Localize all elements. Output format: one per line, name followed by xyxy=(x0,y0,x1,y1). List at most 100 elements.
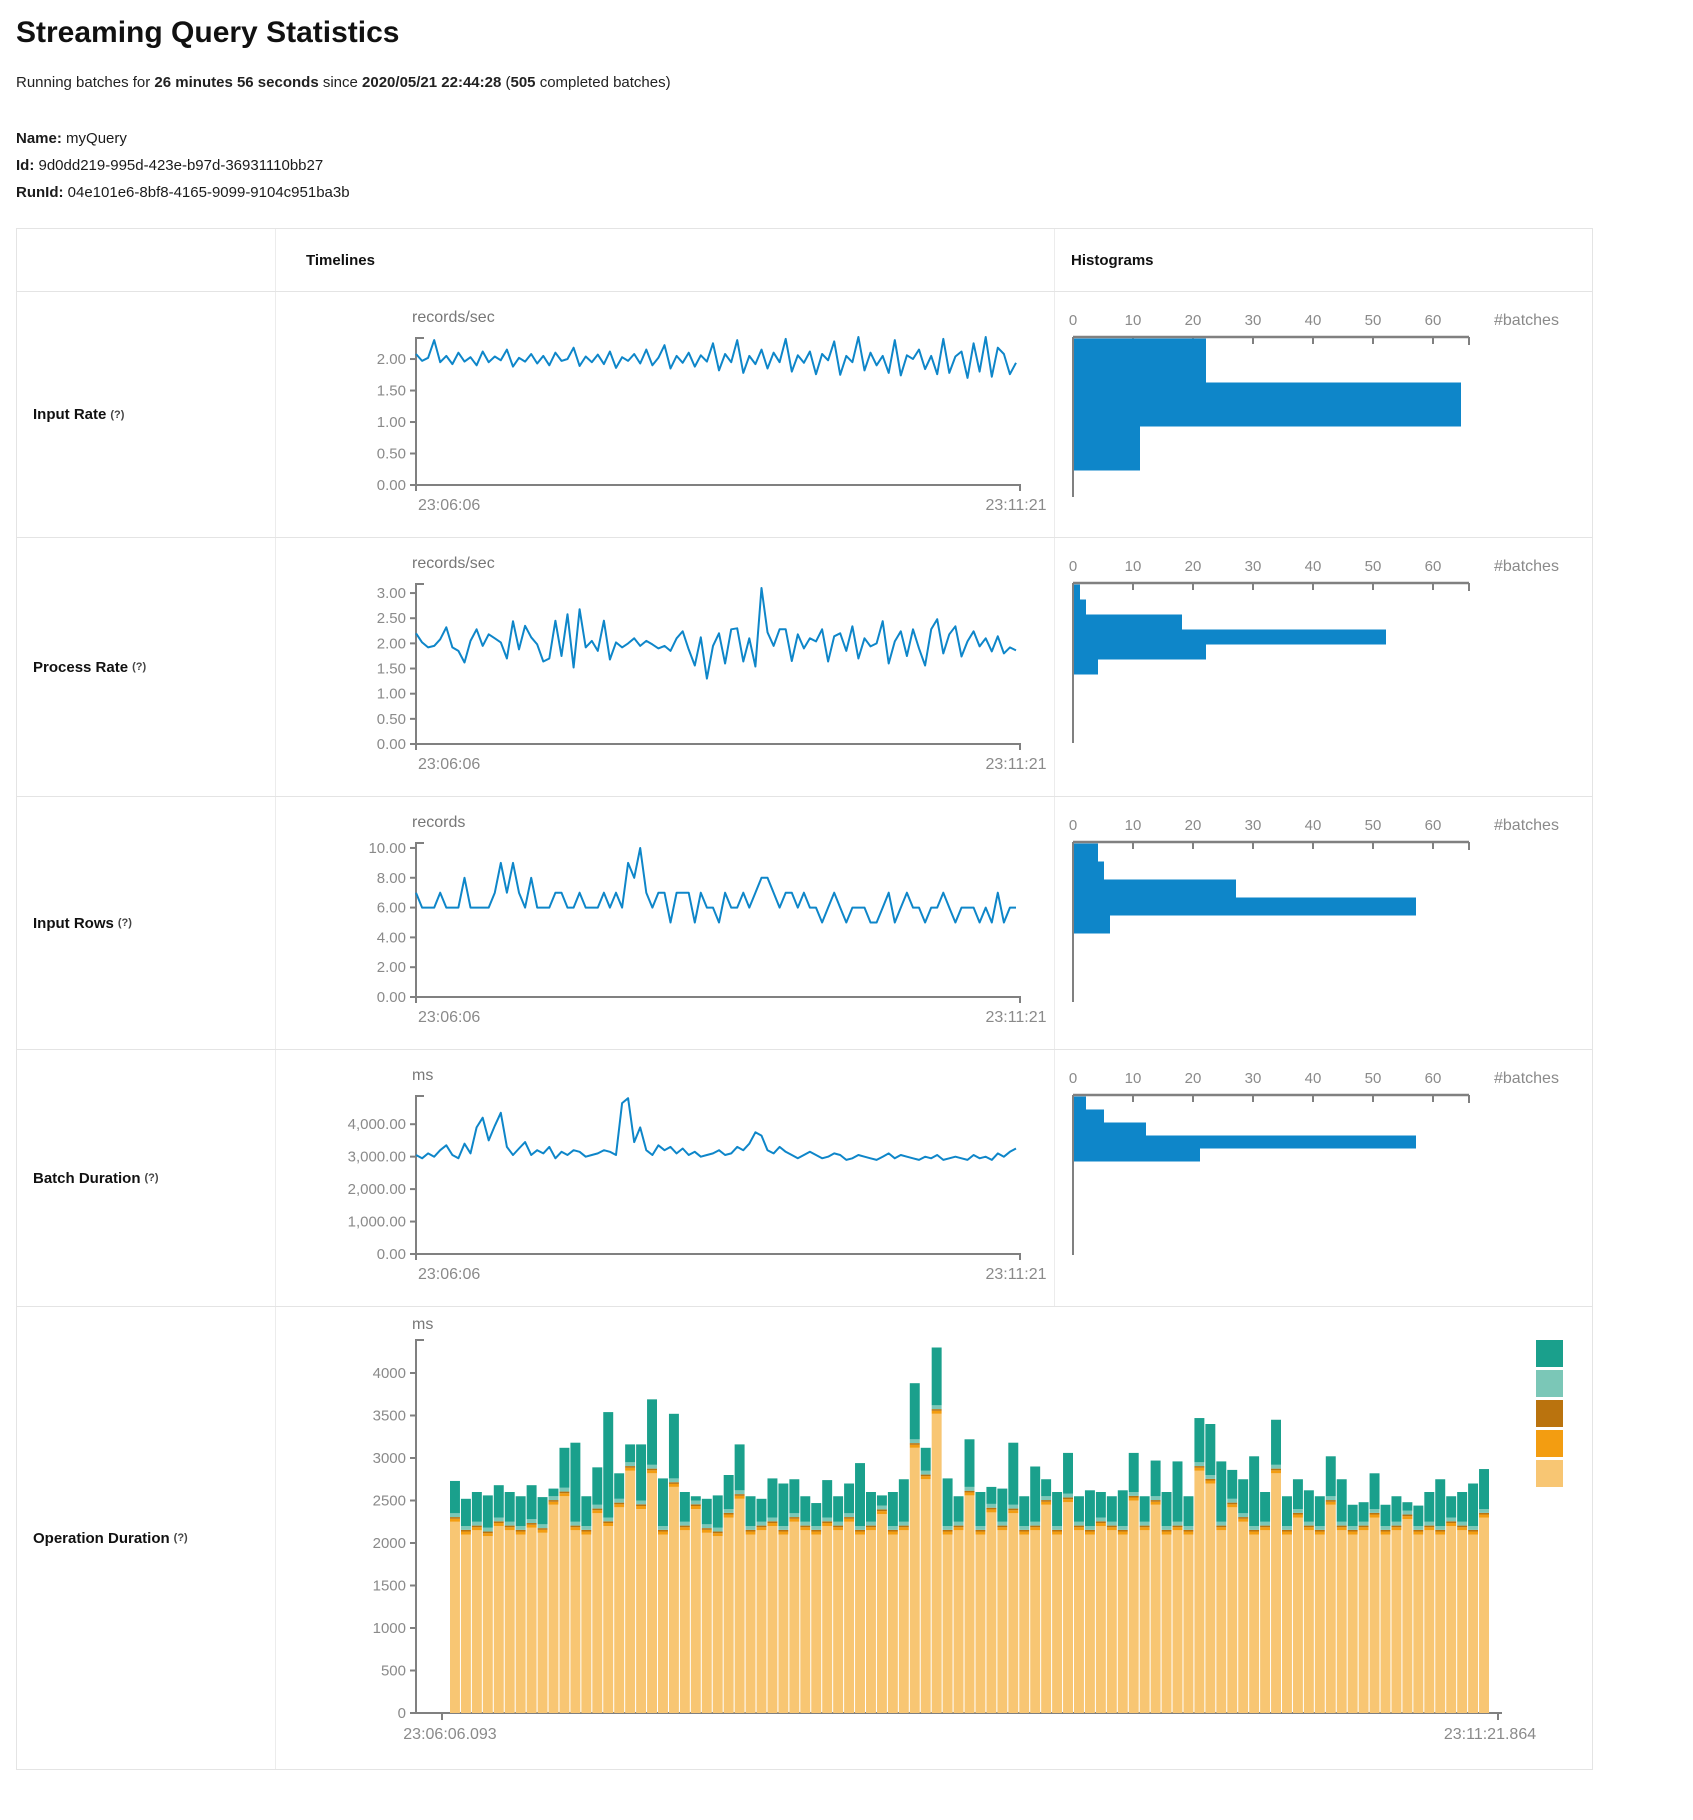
help-tooltip-icon[interactable]: (?) xyxy=(145,1172,159,1184)
svg-text:30: 30 xyxy=(1245,312,1262,329)
svg-text:10: 10 xyxy=(1125,558,1142,575)
table-header-row: Timelines Histograms xyxy=(17,229,1592,291)
svg-text:20: 20 xyxy=(1185,817,1202,834)
svg-text:23:06:06: 23:06:06 xyxy=(418,756,480,773)
input-rows-timeline-chart: records10.008.006.004.002.000.0023:06:06… xyxy=(276,797,1054,1049)
svg-text:50: 50 xyxy=(1365,312,1382,329)
svg-text:6.00: 6.00 xyxy=(377,900,406,917)
input-rate-histogram-chart: 0102030405060#batches xyxy=(1055,292,1592,537)
svg-text:23:11:21: 23:11:21 xyxy=(985,756,1046,773)
svg-text:2,000.00: 2,000.00 xyxy=(348,1181,406,1198)
svg-text:0: 0 xyxy=(1069,817,1077,834)
svg-text:2.00: 2.00 xyxy=(377,635,406,652)
batch-duration-histogram-chart: 0102030405060#batches xyxy=(1055,1050,1592,1306)
svg-text:40: 40 xyxy=(1305,558,1322,575)
input-rows-timeline-cell: records10.008.006.004.002.000.0023:06:06… xyxy=(275,797,1054,1049)
svg-text:0.00: 0.00 xyxy=(377,736,406,753)
row-label-text: Process Rate xyxy=(33,659,128,676)
svg-text:23:06:06: 23:06:06 xyxy=(418,1266,480,1283)
svg-text:40: 40 xyxy=(1305,817,1322,834)
input-rate-timeline-chart: records/sec2.001.501.000.500.0023:06:062… xyxy=(276,292,1054,537)
query-id-line: Id: 9d0dd219-995d-423e-b97d-36931110bb27 xyxy=(16,152,1677,179)
page-title: Streaming Query Statistics xyxy=(16,16,1677,50)
batch-duration-timeline-cell: ms4,000.003,000.002,000.001,000.000.0023… xyxy=(275,1050,1054,1306)
operation-duration-chart-cell: ms4000350030002500200015001000500023:06:… xyxy=(275,1307,1592,1769)
svg-text:50: 50 xyxy=(1365,817,1382,834)
svg-text:23:11:21.864: 23:11:21.864 xyxy=(1444,1726,1536,1743)
summary-suffix: completed batches) xyxy=(536,74,671,91)
process-rate-histogram-cell: 0102030405060#batches xyxy=(1054,538,1592,796)
row-label-batch-duration: Batch Duration (?) xyxy=(17,1050,275,1306)
svg-text:23:06:06: 23:06:06 xyxy=(418,497,480,514)
input-rows-histogram-cell: 0102030405060#batches xyxy=(1054,797,1592,1049)
help-tooltip-icon[interactable]: (?) xyxy=(118,917,132,929)
svg-text:0.00: 0.00 xyxy=(377,1246,406,1263)
summary-mid: since xyxy=(319,74,362,91)
svg-text:#batches: #batches xyxy=(1494,312,1559,329)
svg-text:2.00: 2.00 xyxy=(377,959,406,976)
table-row-input-rows: Input Rows (?) records10.008.006.004.002… xyxy=(17,796,1592,1049)
svg-text:30: 30 xyxy=(1245,817,1262,834)
query-name-line: Name: myQuery xyxy=(16,125,1677,152)
row-label-process-rate: Process Rate (?) xyxy=(17,538,275,796)
running-batches-summary: Running batches for 26 minutes 56 second… xyxy=(16,74,1677,91)
svg-text:3.00: 3.00 xyxy=(377,585,406,602)
svg-text:60: 60 xyxy=(1425,312,1442,329)
svg-text:10: 10 xyxy=(1125,1070,1142,1087)
summary-paren: ( xyxy=(501,74,510,91)
streaming-statistics-page: Streaming Query Statistics Running batch… xyxy=(0,0,1693,1800)
help-tooltip-icon[interactable]: (?) xyxy=(174,1532,188,1544)
help-tooltip-icon[interactable]: (?) xyxy=(132,661,146,673)
completed-batches-count: 505 xyxy=(511,74,536,91)
row-label-text: Input Rate xyxy=(33,406,106,423)
svg-text:10: 10 xyxy=(1125,312,1142,329)
svg-text:1,000.00: 1,000.00 xyxy=(348,1214,406,1231)
svg-text:500: 500 xyxy=(381,1663,406,1680)
batch-duration-timeline-chart: ms4,000.003,000.002,000.001,000.000.0023… xyxy=(276,1050,1054,1306)
table-row-input-rate: Input Rate (?) records/sec2.001.501.000.… xyxy=(17,291,1592,537)
column-header-timelines: Timelines xyxy=(275,229,1054,291)
svg-text:1.50: 1.50 xyxy=(377,661,406,678)
svg-text:2.50: 2.50 xyxy=(377,610,406,627)
start-timestamp: 2020/05/21 22:44:28 xyxy=(362,74,501,91)
svg-text:3000: 3000 xyxy=(373,1450,406,1467)
process-rate-timeline-cell: records/sec3.002.502.001.501.000.500.002… xyxy=(275,538,1054,796)
help-tooltip-icon[interactable]: (?) xyxy=(110,409,124,421)
svg-text:23:06:06: 23:06:06 xyxy=(418,1009,480,1026)
operation-duration-stacked-chart: ms4000350030002500200015001000500023:06:… xyxy=(276,1307,1592,1769)
svg-text:20: 20 xyxy=(1185,312,1202,329)
query-runid-line: RunId: 04e101e6-8bf8-4165-9099-9104c951b… xyxy=(16,179,1677,206)
query-id-label: Id: xyxy=(16,157,34,174)
row-label-text: Input Rows xyxy=(33,915,114,932)
svg-text:ms: ms xyxy=(412,1316,433,1333)
running-duration: 26 minutes 56 seconds xyxy=(154,74,318,91)
svg-text:50: 50 xyxy=(1365,1070,1382,1087)
column-header-histograms: Histograms xyxy=(1054,229,1592,291)
svg-text:23:11:21: 23:11:21 xyxy=(985,497,1046,514)
svg-text:60: 60 xyxy=(1425,817,1442,834)
header-empty-cell xyxy=(17,229,275,291)
query-runid: 04e101e6-8bf8-4165-9099-9104c951ba3b xyxy=(68,184,350,201)
svg-text:records/sec: records/sec xyxy=(412,309,495,326)
svg-text:1500: 1500 xyxy=(373,1578,406,1595)
svg-text:0.00: 0.00 xyxy=(377,477,406,494)
batch-duration-histogram-cell: 0102030405060#batches xyxy=(1054,1050,1592,1306)
svg-text:4,000.00: 4,000.00 xyxy=(348,1116,406,1133)
svg-text:0: 0 xyxy=(1069,558,1077,575)
svg-text:0: 0 xyxy=(398,1705,406,1722)
svg-text:records/sec: records/sec xyxy=(412,555,495,572)
summary-prefix: Running batches for xyxy=(16,74,154,91)
svg-text:0: 0 xyxy=(1069,312,1077,329)
query-info: Name: myQuery Id: 9d0dd219-995d-423e-b97… xyxy=(16,125,1677,206)
svg-text:23:11:21: 23:11:21 xyxy=(985,1266,1046,1283)
svg-text:50: 50 xyxy=(1365,558,1382,575)
svg-text:1.50: 1.50 xyxy=(377,383,406,400)
statistics-table: Timelines Histograms Input Rate (?) reco… xyxy=(16,228,1593,1770)
svg-text:10: 10 xyxy=(1125,817,1142,834)
svg-text:1000: 1000 xyxy=(373,1620,406,1637)
process-rate-timeline-chart: records/sec3.002.502.001.501.000.500.002… xyxy=(276,538,1054,796)
process-rate-histogram-chart: 0102030405060#batches xyxy=(1055,538,1592,796)
svg-text:ms: ms xyxy=(412,1067,433,1084)
table-row-operation-duration: Operation Duration (?) ms400035003000250… xyxy=(17,1306,1592,1769)
svg-text:0.50: 0.50 xyxy=(377,711,406,728)
